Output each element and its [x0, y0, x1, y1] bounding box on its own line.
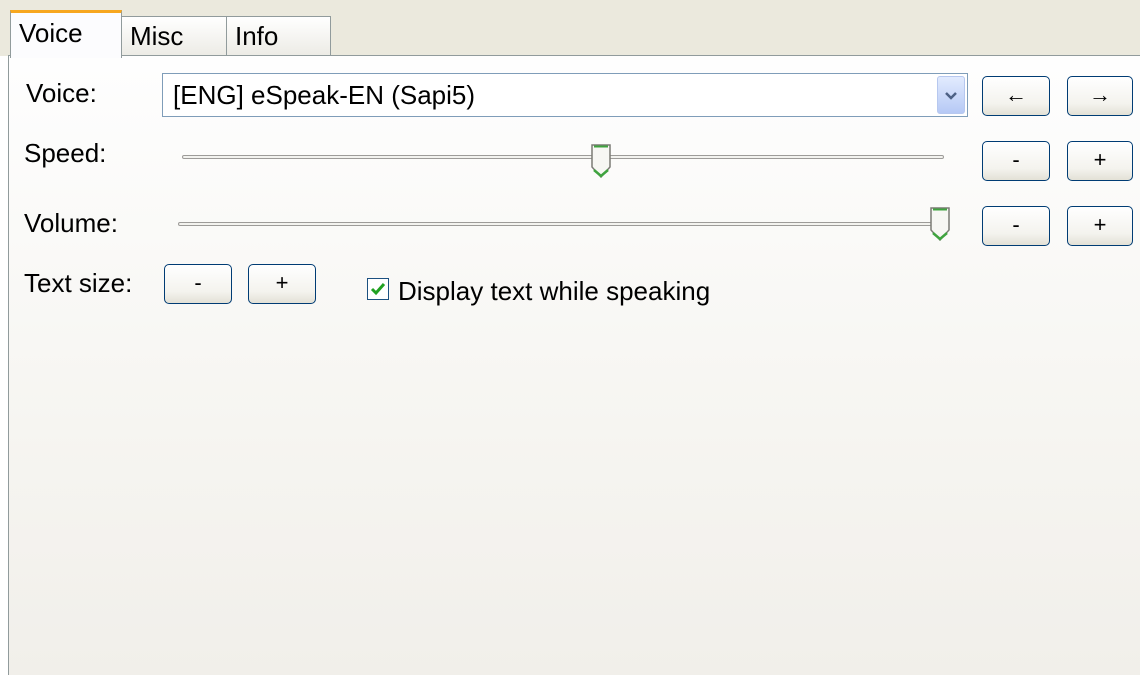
text-size-label: Text size: [24, 268, 133, 298]
text-size-increase-button[interactable]: + [248, 264, 316, 304]
volume-label: Volume: [24, 208, 118, 238]
speed-decrease-button[interactable]: - [982, 141, 1050, 181]
speed-label: Speed: [24, 138, 107, 168]
display-text-checkbox[interactable] [367, 278, 389, 300]
voice-select-value: [ENG] eSpeak-EN (Sapi5) [173, 80, 476, 110]
speed-slider-track[interactable] [182, 155, 944, 159]
next-voice-button[interactable]: → [1067, 76, 1133, 116]
previous-voice-button[interactable]: ← [982, 76, 1050, 116]
volume-slider-track[interactable] [178, 222, 940, 226]
speed-slider-thumb[interactable] [590, 143, 612, 179]
display-text-label[interactable]: Display text while speaking [398, 276, 710, 307]
voice-label: Voice: [26, 78, 97, 108]
tab-strip: Voice Misc Info [0, 0, 1140, 58]
tab-voice[interactable]: Voice [10, 10, 122, 58]
voice-select[interactable]: [ENG] eSpeak-EN (Sapi5) [162, 73, 968, 117]
chevron-down-icon [945, 92, 957, 100]
dropdown-arrow-button[interactable] [937, 76, 965, 114]
tab-misc[interactable]: Misc [121, 16, 227, 56]
volume-slider-thumb[interactable] [929, 206, 951, 242]
voice-tab-panel [8, 55, 1140, 675]
tab-info[interactable]: Info [226, 16, 331, 56]
text-size-decrease-button[interactable]: - [164, 264, 232, 304]
volume-decrease-button[interactable]: - [982, 206, 1050, 246]
speed-increase-button[interactable]: + [1067, 141, 1133, 181]
checkmark-icon [370, 283, 386, 296]
volume-increase-button[interactable]: + [1067, 206, 1133, 246]
